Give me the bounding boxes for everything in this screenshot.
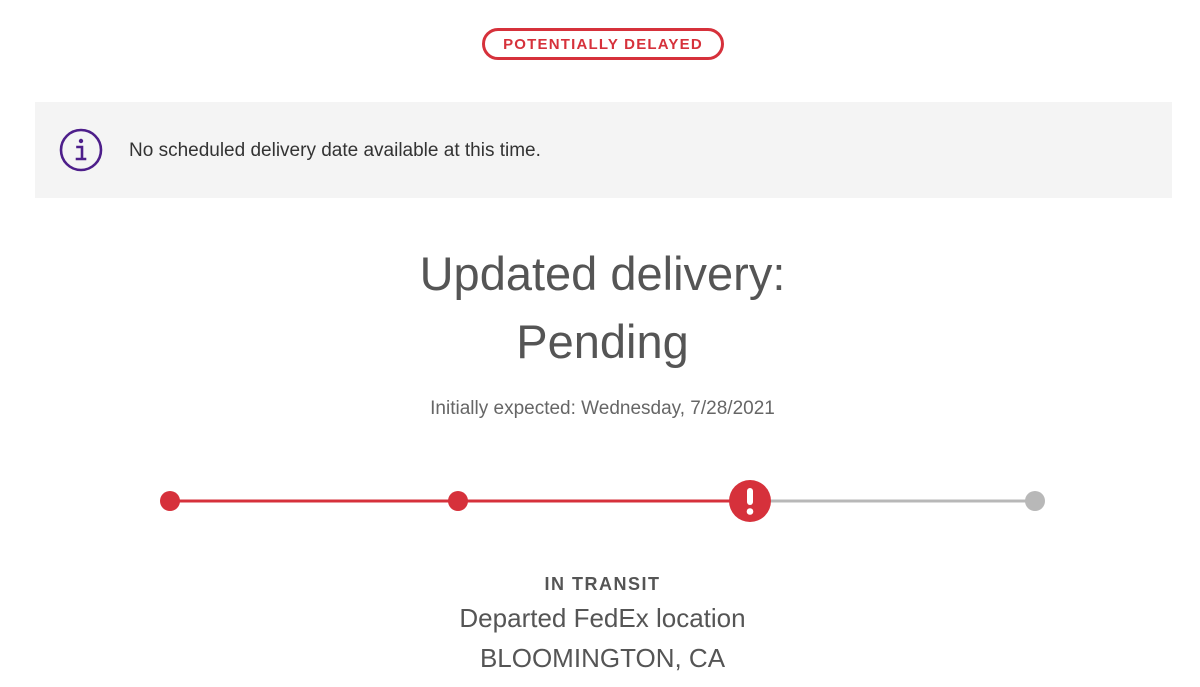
initially-expected-date: Initially expected: Wednesday, 7/28/2021: [430, 398, 775, 419]
delivery-heading: Updated delivery:: [419, 247, 786, 300]
info-icon: [59, 128, 103, 172]
delivery-status: Pending: [516, 315, 689, 368]
progress-tracker: [160, 480, 1045, 522]
status-badge: POTENTIALLY DELAYED: [482, 28, 724, 60]
banner-message: No scheduled delivery date available at …: [129, 140, 541, 161]
progress-step-2: [448, 491, 468, 511]
progress-step-4: [1025, 491, 1045, 511]
progress-step-3-exception: [729, 480, 771, 522]
shipment-status-label: IN TRANSIT: [544, 574, 661, 594]
shipment-status-description: Departed FedEx location: [459, 603, 746, 633]
status-badge-label: POTENTIALLY DELAYED: [503, 35, 703, 53]
info-banner: No scheduled delivery date available at …: [35, 102, 1172, 198]
shipment-location: BLOOMINGTON, CA: [479, 643, 726, 673]
exclamation-icon: [746, 488, 754, 515]
progress-step-1: [160, 491, 180, 511]
